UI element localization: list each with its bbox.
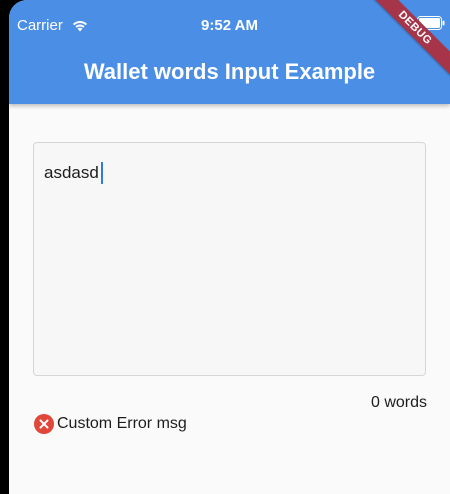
error-message: Custom Error msg: [57, 415, 187, 432]
page-title: Wallet words Input Example: [83, 59, 376, 84]
text-caret: [100, 162, 103, 184]
input-value: asdasd: [44, 162, 103, 184]
input-text: asdasd: [44, 163, 99, 182]
error-message-row: Custom Error msg: [34, 414, 187, 434]
error-circle-icon: [34, 414, 54, 434]
status-time: 9:52 AM: [201, 17, 258, 34]
app-bar: Carrier 9:52 AM Wallet words Input Examp…: [9, 0, 450, 104]
word-count: 0 words: [370, 394, 427, 411]
app-screen: Carrier 9:52 AM Wallet words Input Examp…: [9, 0, 450, 494]
wallet-words-input[interactable]: asdasd: [33, 142, 426, 376]
